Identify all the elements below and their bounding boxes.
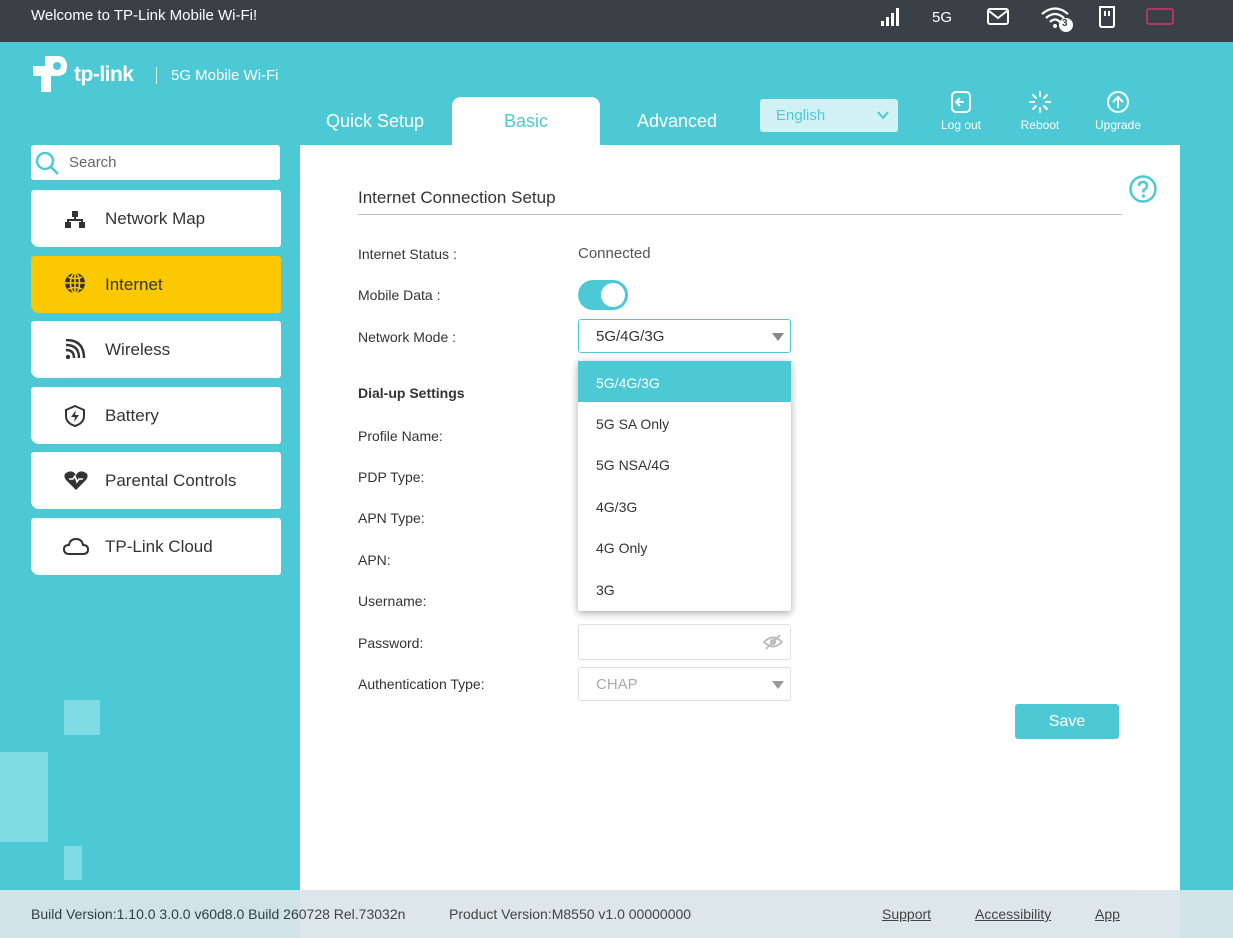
heart-icon [63,470,88,492]
search-input[interactable] [69,151,269,173]
reboot-label: Reboot [1020,118,1060,132]
save-button[interactable]: Save [1015,704,1119,739]
brand-logo-text: tp-link [74,63,134,86]
network-mode-select[interactable]: 5G/4G/3G [578,319,791,353]
sidebar-item-battery[interactable]: Battery [31,387,281,444]
mobile-data-label: Mobile Data : [358,287,441,303]
tab-quick-setup[interactable]: Quick Setup [300,97,450,145]
battery-shield-icon [63,404,87,428]
sidebar-item-label: Battery [105,406,159,425]
language-value: English [776,107,826,124]
sidebar-item-network-map[interactable]: Network Map [31,190,281,247]
network-mode-dropdown: 5G/4G/3G 5G SA Only 5G NSA/4G 4G/3G 4G O… [578,361,791,611]
apn-type-label: APN Type: [358,510,425,526]
tp-link-logo-icon [31,54,73,99]
sidebar-item-label: TP-Link Cloud [105,537,213,556]
reboot-icon [1010,90,1070,116]
section-title: Internet Connection Setup [358,188,556,207]
dropdown-option[interactable]: 4G/3G [578,485,791,526]
product-version: Product Version:M8550 v1.0 00000000 [449,906,692,922]
brand-separator [156,67,157,84]
network-type-label: 5G [932,9,953,26]
language-select[interactable]: English [760,99,898,132]
tab-advanced[interactable]: Advanced [602,97,752,145]
dropdown-option[interactable]: 4G Only [578,526,791,567]
help-icon[interactable] [1128,174,1158,209]
sidebar-item-label: Wireless [105,340,171,359]
sidebar-item-label: Parental Controls [105,471,237,490]
sim-card-icon [1097,5,1117,34]
upgrade-icon [1088,90,1148,116]
sidebar-item-tp-link-cloud[interactable]: TP-Link Cloud [31,518,281,575]
upgrade-button[interactable]: Upgrade [1088,90,1148,132]
authentication-type-select[interactable]: CHAP [578,667,791,701]
sidebar-item-internet[interactable]: Internet [31,256,281,313]
password-label: Password: [358,635,424,651]
chevron-down-icon [876,108,890,126]
support-link[interactable]: Support [882,906,931,922]
internet-status-label: Internet Status : [358,246,457,262]
decorative-shape [64,700,100,735]
battery-icon [1146,8,1176,31]
logout-label: Log out [940,118,982,132]
footer: Build Version:1.10.0 3.0.0 v60d8.0 Build… [0,890,1233,938]
dropdown-option[interactable]: 5G SA Only [578,402,791,443]
app-link[interactable]: App [1095,906,1120,922]
dropdown-arrow-icon [772,333,784,341]
globe-icon [63,271,87,294]
reboot-button[interactable]: Reboot [1010,90,1070,132]
top-status-bar: Welcome to TP-Link Mobile Wi-Fi! 5G 3 [0,0,1233,42]
network-map-icon [63,208,87,230]
signal-icon [880,6,902,33]
logout-button[interactable]: Log out [931,90,991,132]
sidebar-item-wireless[interactable]: Wireless [31,321,281,378]
sidebar-item-label: Network Map [105,209,206,228]
logout-icon [931,90,991,116]
dialup-settings-title: Dial-up Settings [358,385,465,401]
upgrade-label: Upgrade [1094,118,1142,132]
dropdown-option[interactable]: 5G NSA/4G [578,443,791,484]
internet-status-value: Connected [578,245,651,262]
mail-icon[interactable] [986,7,1010,32]
password-field[interactable] [578,624,791,660]
profile-name-label: Profile Name: [358,428,443,444]
tab-basic[interactable]: Basic [452,97,600,145]
network-mode-label: Network Mode : [358,329,457,345]
authentication-type-value: CHAP [596,676,638,693]
network-mode-value: 5G/4G/3G [596,328,665,345]
wifi-client-count: 3 [1062,18,1068,29]
accessibility-link[interactable]: Accessibility [975,906,1051,922]
pdp-type-label: PDP Type: [358,469,425,485]
dropdown-arrow-icon [772,681,784,689]
apn-label: APN: [358,552,391,568]
sidebar-item-parental-controls[interactable]: Parental Controls [31,452,281,509]
build-version: Build Version:1.10.0 3.0.0 v60d8.0 Build… [31,906,406,922]
dropdown-option[interactable]: 3G [578,568,791,609]
username-label: Username: [358,593,427,609]
cloud-icon [62,536,90,558]
sidebar-item-label: Internet [105,275,163,294]
section-divider [358,214,1122,215]
mobile-data-toggle[interactable] [578,280,628,310]
decorative-shape [0,752,48,842]
decorative-shape [64,846,82,880]
product-name: 5G Mobile Wi-Fi [171,67,279,84]
search-box [31,145,280,180]
eye-slash-icon[interactable] [762,634,784,655]
wifi-icon[interactable] [1040,4,1074,39]
welcome-text: Welcome to TP-Link Mobile Wi-Fi! [31,7,258,24]
search-icon[interactable] [34,150,60,181]
wireless-icon [63,338,87,361]
dropdown-option[interactable]: 5G/4G/3G [578,361,791,402]
main-panel: Internet Connection Setup Internet Statu… [300,145,1180,938]
toggle-knob [601,283,625,307]
authentication-type-label: Authentication Type: [358,676,485,692]
